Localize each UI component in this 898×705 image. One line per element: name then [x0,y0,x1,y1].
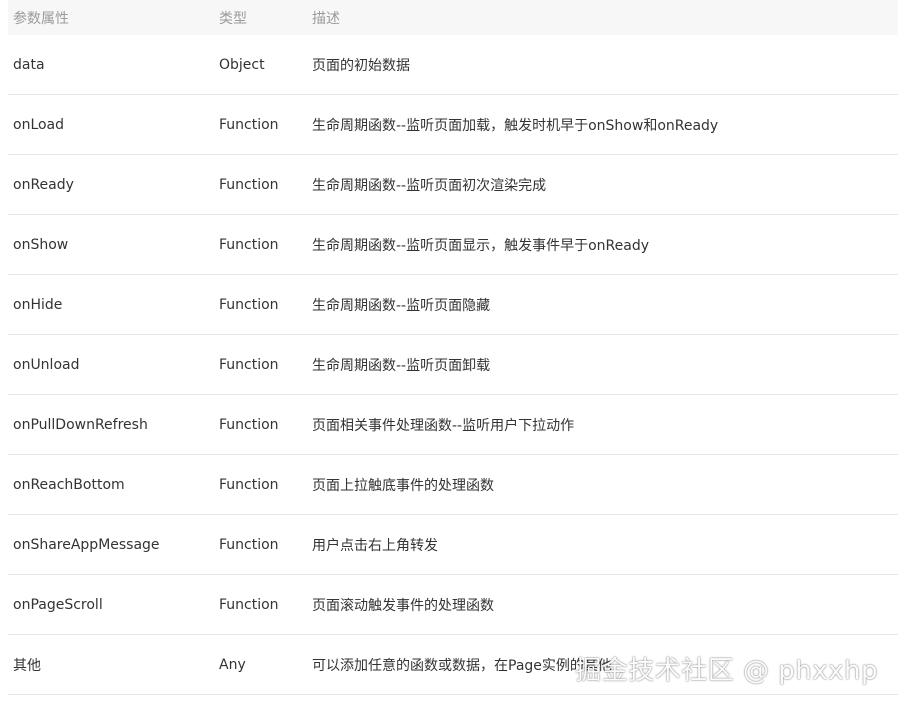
row-desc: 用户点击右上角转发 [312,537,438,554]
row-type: Function [219,116,279,133]
row-type: Function [219,476,279,493]
row-desc: 生命周期函数--监听页面加载，触发时机早于onShow和onReady [312,117,719,134]
header-desc: 描述 [312,10,340,27]
table-row: onShow Function 生命周期函数--监听页面显示，触发事件早于onR… [8,215,898,275]
row-param: onShow [13,236,69,253]
row-param: onReady [13,176,74,193]
table-row: onUnload Function 生命周期函数--监听页面卸载 [8,335,898,395]
row-param: onUnload [13,356,80,373]
row-type: Function [219,236,279,253]
row-param: onPullDownRefresh [13,416,148,433]
row-param: data [13,56,45,73]
table-row: onPullDownRefresh Function 页面相关事件处理函数--监… [8,395,898,455]
row-desc: 页面滚动触发事件的处理函数 [312,597,494,614]
row-param: 其他 [13,657,41,674]
row-desc: 页面上拉触底事件的处理函数 [312,477,494,494]
table-row: onHide Function 生命周期函数--监听页面隐藏 [8,275,898,335]
row-type: Any [219,656,246,673]
row-type: Function [219,596,279,613]
header-type: 类型 [219,10,247,27]
header-param: 参数属性 [13,10,69,27]
table-row: onPageScroll Function 页面滚动触发事件的处理函数 [8,575,898,635]
table-header: 参数属性 类型 描述 [8,0,898,35]
row-desc: 生命周期函数--监听页面显示，触发事件早于onReady [312,237,650,254]
table-row: onReady Function 生命周期函数--监听页面初次渲染完成 [8,155,898,215]
row-type: Function [219,356,279,373]
row-param: onReachBottom [13,476,125,493]
row-type: Function [219,536,279,553]
row-type: Function [219,296,279,313]
row-param: onHide [13,296,63,313]
row-type: Function [219,416,279,433]
row-type: Object [219,56,265,73]
row-type: Function [219,176,279,193]
properties-table: 参数属性 类型 描述 data Object 页面的初始数据 onLoad Fu… [8,0,898,695]
row-desc: 生命周期函数--监听页面初次渲染完成 [312,177,547,194]
row-desc: 生命周期函数--监听页面卸载 [312,357,491,374]
row-desc: 页面相关事件处理函数--监听用户下拉动作 [312,417,575,434]
row-desc: 页面的初始数据 [312,57,410,74]
watermark: 掘金技术社区 @ phxxhp [575,656,878,686]
row-desc: 生命周期函数--监听页面隐藏 [312,297,491,314]
table-row: onReachBottom Function 页面上拉触底事件的处理函数 [8,455,898,515]
table-row: data Object 页面的初始数据 [8,35,898,95]
table-row: onShareAppMessage Function 用户点击右上角转发 [8,515,898,575]
table-row: onLoad Function 生命周期函数--监听页面加载，触发时机早于onS… [8,95,898,155]
row-param: onLoad [13,116,65,133]
row-param: onPageScroll [13,596,103,613]
row-param: onShareAppMessage [13,536,160,553]
